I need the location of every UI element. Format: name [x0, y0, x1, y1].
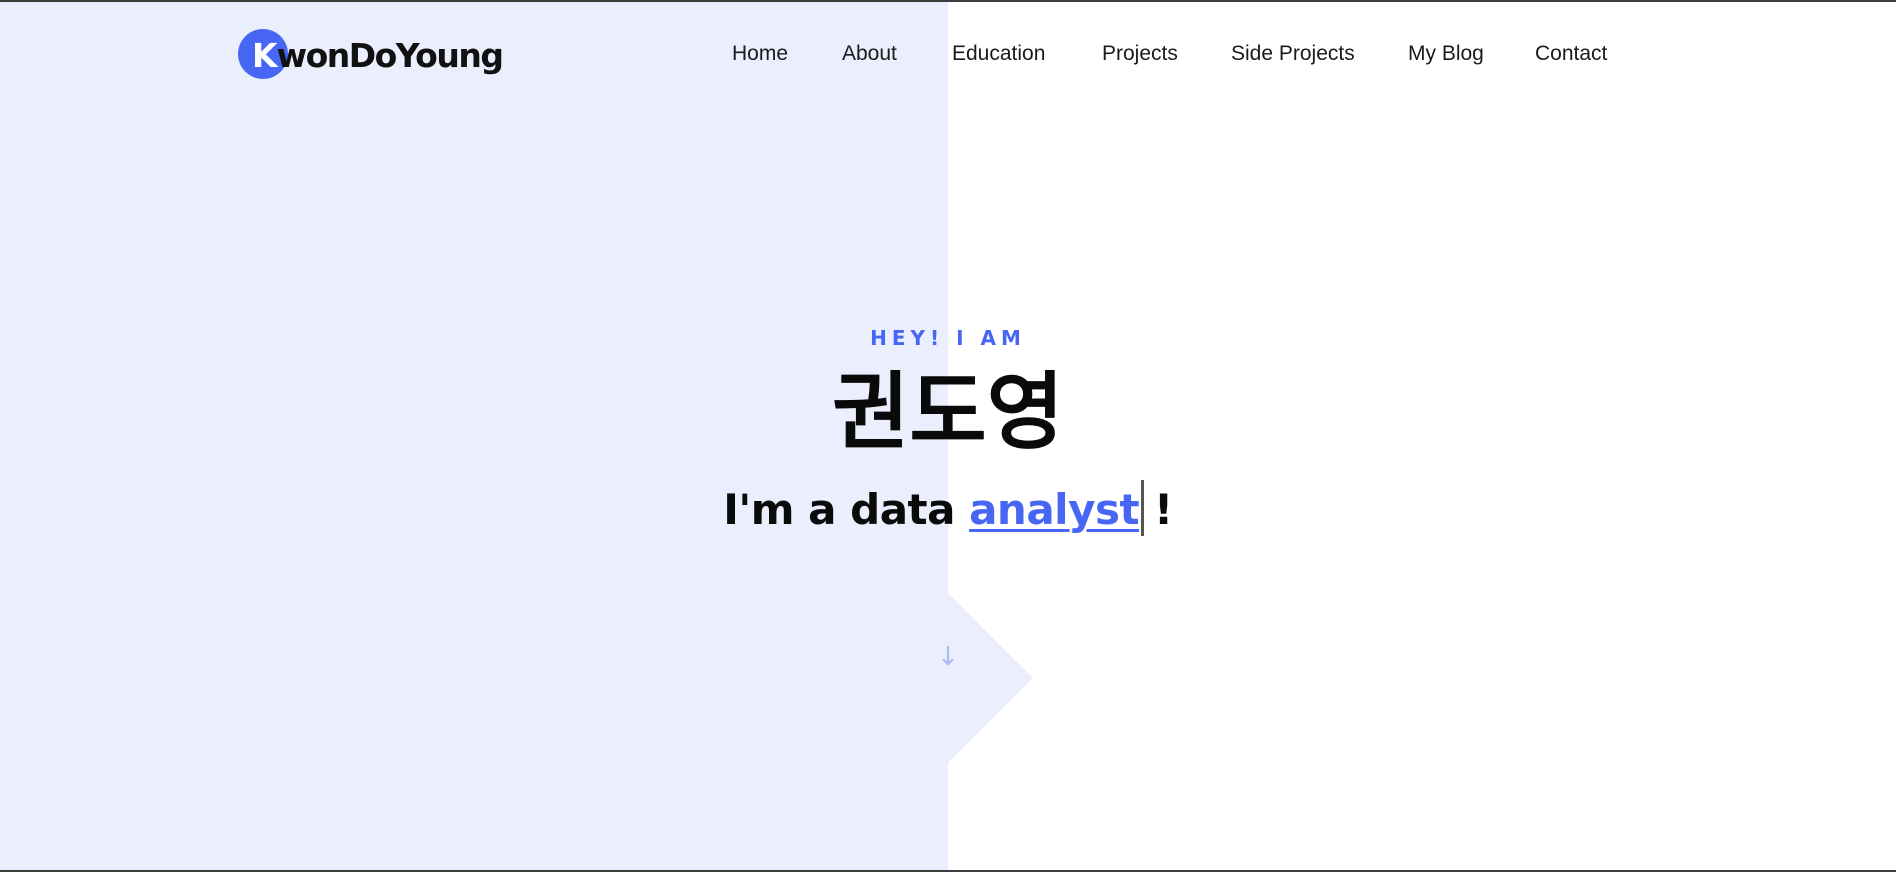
- tagline-suffix: !: [1154, 485, 1173, 534]
- hero-tagline: I'm a data analyst!: [0, 480, 1896, 540]
- nav-projects[interactable]: Projects: [1102, 38, 1178, 70]
- nav-my-blog[interactable]: My Blog: [1408, 38, 1484, 70]
- logo-initial: K: [252, 35, 278, 75]
- nav-contact[interactable]: Contact: [1535, 38, 1607, 70]
- hero-name: 권도영: [832, 363, 1064, 461]
- hero-eyebrow: HEY! I AM: [870, 326, 1026, 350]
- nav-education[interactable]: Education: [952, 38, 1045, 70]
- logo-text: wonDoYoung: [276, 35, 504, 75]
- logo[interactable]: K wonDoYoung: [238, 29, 504, 81]
- typed-role: analyst: [969, 485, 1140, 534]
- nav-home[interactable]: Home: [732, 38, 788, 70]
- tagline-prefix: I'm a data: [723, 485, 970, 534]
- nav-about[interactable]: About: [842, 38, 897, 70]
- typing-caret: [1141, 480, 1145, 536]
- arrow-down-icon[interactable]: ↓: [928, 640, 968, 674]
- nav-side-projects[interactable]: Side Projects: [1231, 38, 1355, 70]
